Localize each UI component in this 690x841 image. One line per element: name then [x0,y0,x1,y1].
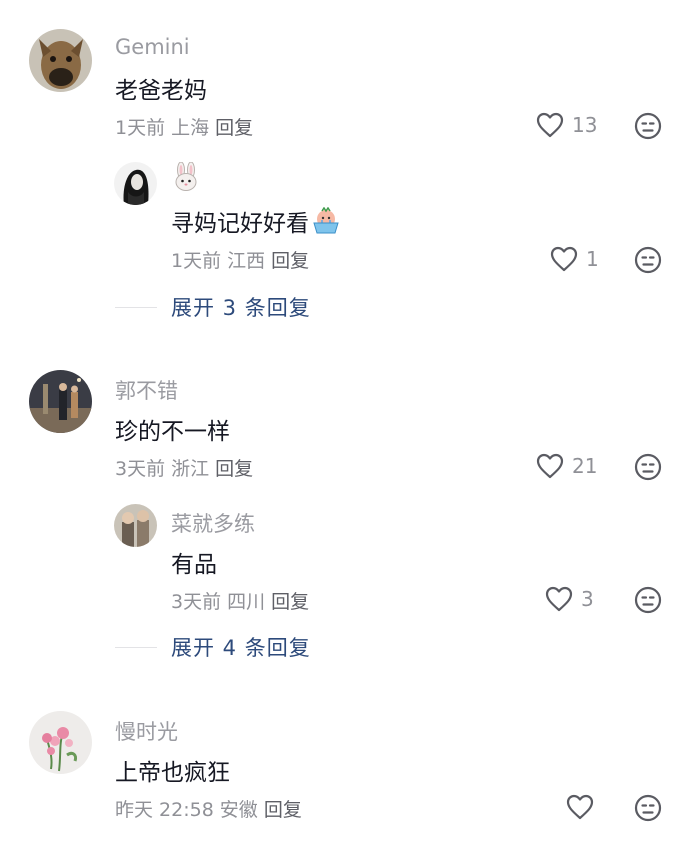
heart-outline-icon [550,246,578,272]
heart-outline-icon [536,453,564,479]
comment-time: 3天前 [115,458,166,480]
username-emoji[interactable] [171,161,201,197]
comment-text: 老爸老妈 [115,78,207,104]
comment-location: 浙江 [171,458,210,480]
expand-replies: 展开 3 条回复 [115,292,311,322]
expand-replies-button[interactable]: 展开 4 条回复 [171,632,311,662]
reply-button[interactable]: 回复 [271,591,309,613]
reply-text-content: 寻妈记好好看 [171,211,309,237]
like-count: 3 [581,587,594,611]
username[interactable]: 郭不错 [115,375,178,405]
heart-outline-icon [566,794,594,820]
like-button[interactable]: 1 [550,246,599,272]
reply-button[interactable]: 回复 [271,250,309,272]
reply-button[interactable]: 回复 [264,799,302,821]
avatar[interactable] [29,29,92,92]
heart-outline-icon [545,586,573,612]
reply-meta: 1天前 江西 回复 [171,246,309,273]
like-button[interactable]: 3 [545,586,594,612]
comment-time: 昨天 22:58 [115,799,214,821]
reply-text: 寻妈记好好看 [171,204,341,241]
like-count: 1 [586,247,599,271]
comment-meta: 3天前 浙江 回复 [115,454,253,481]
expand-replies: 展开 4 条回复 [115,632,311,662]
unhappy-face-icon[interactable] [634,586,662,614]
heart-outline-icon [536,112,564,138]
reply-button[interactable]: 回复 [215,458,253,480]
divider [115,306,157,308]
reply-time: 3天前 [171,591,222,613]
username[interactable]: 慢时光 [115,716,178,746]
avatar[interactable] [29,370,92,433]
like-count: 13 [572,113,598,137]
comment-meta: 昨天 22:58 安徽 回复 [115,795,302,822]
comment-time: 1天前 [115,117,166,139]
username[interactable]: 菜就多练 [171,508,255,538]
reply-time: 1天前 [171,250,222,272]
crying-face-in-bowl-icon [311,206,341,241]
comment-location: 安徽 [219,799,258,821]
reply-meta: 3天前 四川 回复 [171,587,309,614]
divider [115,646,157,648]
unhappy-face-icon[interactable] [634,246,662,274]
like-button[interactable]: 21 [536,453,597,479]
reply-location: 江西 [227,250,266,272]
like-button[interactable] [566,794,594,820]
rabbit-face-icon [175,161,197,191]
comment-text: 珍的不一样 [115,419,230,445]
unhappy-face-icon[interactable] [634,453,662,481]
avatar[interactable] [114,504,157,547]
like-count: 21 [572,454,598,478]
avatar[interactable] [114,162,157,205]
expand-replies-button[interactable]: 展开 3 条回复 [171,292,311,322]
reply-text: 有品 [171,552,217,578]
avatar[interactable] [29,711,92,774]
like-button[interactable]: 13 [536,112,597,138]
username[interactable]: Gemini [115,35,190,59]
reply-location: 四川 [227,591,266,613]
reply-button[interactable]: 回复 [215,117,253,139]
comment-location: 上海 [171,117,210,139]
unhappy-face-icon[interactable] [634,794,662,822]
comment-meta: 1天前 上海 回复 [115,113,253,140]
comment-text: 上帝也疯狂 [115,760,230,786]
unhappy-face-icon[interactable] [634,112,662,140]
